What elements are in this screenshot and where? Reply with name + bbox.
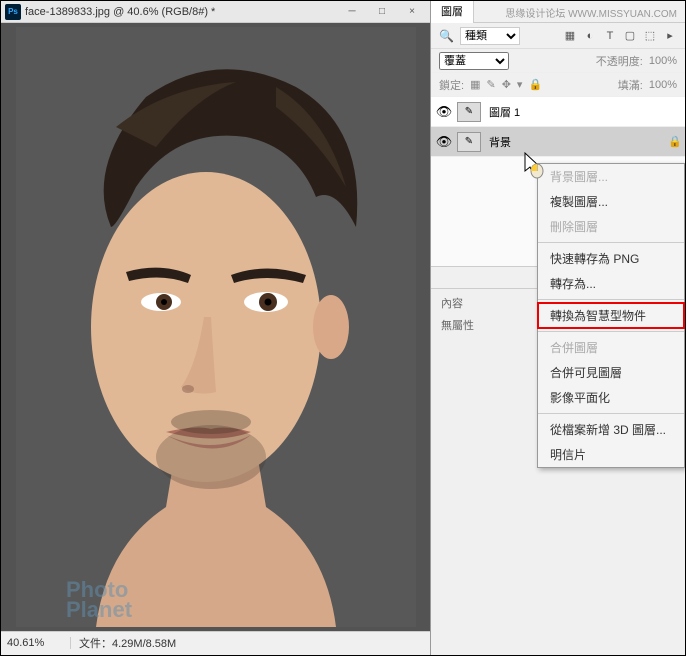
minimize-button[interactable]: ─ xyxy=(338,4,366,20)
menu-separator xyxy=(538,242,684,243)
layer-name[interactable]: 背景 xyxy=(489,134,665,150)
menu-item: 背景圖層... xyxy=(538,164,684,189)
menu-item[interactable]: 轉換為智慧型物件 xyxy=(538,303,684,328)
maximize-button[interactable]: □ xyxy=(368,4,396,20)
lock-all-icon[interactable]: 🔒 xyxy=(528,78,542,91)
menu-separator xyxy=(538,413,684,414)
menu-item: 合併圖層 xyxy=(538,335,684,360)
search-icon[interactable]: 🔍 xyxy=(439,29,454,43)
lock-move-icon[interactable]: ✥ xyxy=(502,78,511,91)
menu-separator xyxy=(538,299,684,300)
close-button[interactable]: × xyxy=(398,4,426,20)
kind-select[interactable]: 種類 xyxy=(460,27,520,45)
fill-label: 填滿: xyxy=(618,77,643,93)
tab-layers[interactable]: 圖層 xyxy=(431,1,474,23)
filter-text-icon[interactable]: T xyxy=(603,29,617,43)
lock-artboard-icon[interactable]: ▾ xyxy=(517,78,523,91)
visibility-icon[interactable]: 👁 xyxy=(431,104,457,120)
layer-filter-row: 🔍 種類 ▦ ◐ T ▢ ⬚ ▸ xyxy=(431,23,685,49)
menu-item[interactable]: 合併可見圖層 xyxy=(538,360,684,385)
filter-image-icon[interactable]: ▦ xyxy=(563,29,577,43)
filter-shape-icon[interactable]: ▢ xyxy=(623,29,637,43)
lock-pixels-icon[interactable]: ▦ xyxy=(470,78,480,91)
menu-item[interactable]: 從檔案新增 3D 圖層... xyxy=(538,417,684,442)
menu-item[interactable]: 轉存為... xyxy=(538,271,684,296)
lock-label: 鎖定: xyxy=(439,77,464,93)
fill-value[interactable]: 100% xyxy=(649,79,677,91)
document-title: face-1389833.jpg @ 40.6% (RGB/8#) * xyxy=(25,6,338,18)
layer-row[interactable]: 👁 ✎ 背景 🔒 xyxy=(431,127,685,157)
layer-name[interactable]: 圖層 1 xyxy=(489,104,665,120)
file-info: 文件：4.29M/8.58M xyxy=(71,635,176,651)
document-window: Ps face-1389833.jpg @ 40.6% (RGB/8#) * ─… xyxy=(1,1,431,655)
layer-context-menu: 背景圖層...複製圖層...刪除圖層快速轉存為 PNG轉存為... 轉換為智慧型物… xyxy=(537,163,685,468)
lock-row: 鎖定: ▦ ✎ ✥ ▾ 🔒 填滿: 100% xyxy=(431,73,685,97)
layer-thumbnail[interactable]: ✎ xyxy=(457,102,481,122)
filter-smart-icon[interactable]: ⬚ xyxy=(643,29,657,43)
opacity-value[interactable]: 100% xyxy=(649,55,677,67)
menu-item[interactable]: 快速轉存為 PNG xyxy=(538,246,684,271)
menu-separator xyxy=(538,331,684,332)
svg-text:Planet: Planet xyxy=(66,597,133,622)
panel-header: 圖層 思缘设计论坛 WWW.MISSYUAN.COM xyxy=(431,1,685,23)
blend-mode-select[interactable]: 覆蓋 xyxy=(439,52,509,70)
menu-item[interactable]: 影像平面化 xyxy=(538,385,684,410)
menu-item: 刪除圖層 xyxy=(538,214,684,239)
layer-lock-icon: 🔒 xyxy=(665,135,685,148)
canvas[interactable]: Photo Planet xyxy=(1,23,430,631)
watermark-text: 思缘设计论坛 WWW.MISSYUAN.COM xyxy=(505,5,677,20)
mouse-cursor-icon xyxy=(521,151,545,179)
portrait-image: Photo Planet xyxy=(16,27,416,627)
blend-mode-row: 覆蓋 不透明度: 100% xyxy=(431,49,685,73)
status-bar: 40.61% 文件：4.29M/8.58M xyxy=(1,631,430,653)
document-titlebar: Ps face-1389833.jpg @ 40.6% (RGB/8#) * ─… xyxy=(1,1,430,23)
filter-toggle-icon[interactable]: ▸ xyxy=(663,29,677,43)
filter-adjust-icon[interactable]: ◐ xyxy=(583,29,597,43)
visibility-icon[interactable]: 👁 xyxy=(431,134,457,150)
layer-thumbnail[interactable]: ✎ xyxy=(457,132,481,152)
photoshop-icon: Ps xyxy=(5,4,21,20)
lock-brush-icon[interactable]: ✎ xyxy=(486,78,495,91)
layer-row[interactable]: 👁 ✎ 圖層 1 xyxy=(431,97,685,127)
zoom-level[interactable]: 40.61% xyxy=(1,637,71,649)
menu-item[interactable]: 明信片 xyxy=(538,442,684,467)
opacity-label: 不透明度: xyxy=(596,53,643,69)
menu-item[interactable]: 複製圖層... xyxy=(538,189,684,214)
layers-list: 👁 ✎ 圖層 1 👁 ✎ 背景 🔒 xyxy=(431,97,685,157)
